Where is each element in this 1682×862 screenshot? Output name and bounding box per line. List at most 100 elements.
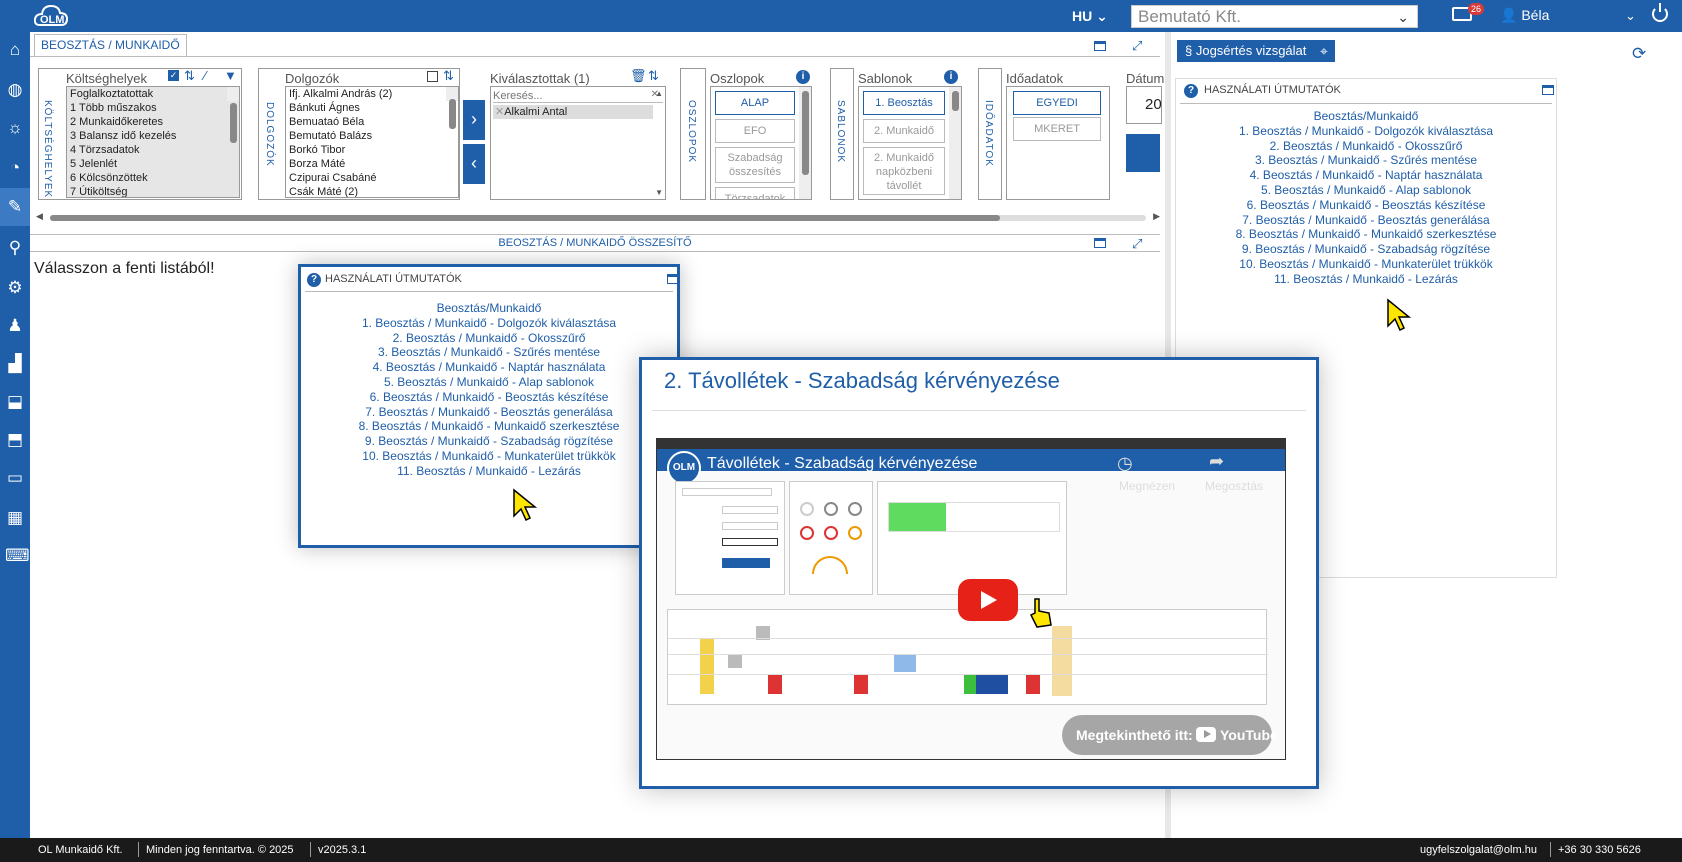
list-item[interactable]: Borza Máté [286,157,458,171]
jogsertes-vizsgalat-button[interactable]: § Jogsértés vizsgálat [1177,40,1315,62]
guide-link[interactable]: 2. Beosztás / Munkaidő - Okosszűrő [1176,139,1556,154]
guide-link[interactable]: 7. Beosztás / Munkaidő - Beosztás generá… [1176,213,1556,228]
minimize-icon[interactable] [1094,41,1106,51]
remove-icon[interactable]: ✕ [495,106,504,118]
columns-efo-button[interactable]: EFO [715,119,795,143]
clock-icon[interactable]: ◷ [1117,453,1133,474]
footer-phone[interactable]: +36 30 330 5626 [1558,844,1641,856]
selected-search-input[interactable] [493,89,663,103]
inbox-settings-icon[interactable]: ⬒ [5,430,25,450]
list-item[interactable]: 7 Útiköltség [67,185,239,197]
guide-link[interactable]: 10. Beosztás / Munkaidő - Munkaterület t… [301,449,677,464]
template-munkaido-button[interactable]: 2. Munkaidő [863,119,945,143]
date-action-button[interactable] [1126,134,1160,172]
filter-icon[interactable]: ▼ [224,68,237,83]
scroll-down-icon[interactable]: ▼ [655,188,663,197]
list-item[interactable]: Borkó Tibor [286,143,458,157]
footer-email[interactable]: ugyfelszolgalat@olm.hu [1420,844,1537,856]
clock-icon[interactable]: ◔ [5,158,25,178]
trash-icon[interactable]: 🗑 [630,68,647,84]
guide-link[interactable]: 3. Beosztás / Munkaidő - Szűrés mentése [301,345,677,360]
time-data-egyedi-button[interactable]: EGYEDI [1013,91,1101,115]
columns-alap-button[interactable]: ALAP [715,91,795,115]
list-item[interactable]: Csák Máté (2) [286,185,458,197]
scroll-right-icon[interactable]: ▶ [1153,211,1160,222]
chevron-down-icon[interactable]: ⌄ [1625,8,1636,24]
guide-link[interactable]: 6. Beosztás / Munkaidő - Beosztás készít… [301,390,677,405]
move-left-button[interactable]: ‹ [463,144,485,184]
columns-szabadsag-button[interactable]: Szabadság összesítés [715,147,795,183]
users-icon[interactable]: ♟ [5,316,25,336]
share-label[interactable]: Megosztás [1205,479,1263,493]
share-icon[interactable]: ➦ [1209,451,1224,472]
magic-wand-icon[interactable]: ⁄ [204,68,206,83]
list-item[interactable]: Bemutató Balázs [286,129,458,143]
sun-icon[interactable]: ☼ [5,118,25,138]
select-all-checkbox[interactable]: ✓ [168,70,179,81]
list-item[interactable]: 6 Kölcsönzöttek [67,171,239,185]
guide-link[interactable]: Beosztás/Munkaidő [301,301,677,316]
sort-icon[interactable]: ⇅ [443,68,454,84]
tab-beosztas-munkaido[interactable]: BEOSZTÁS / MUNKAIDŐ [34,34,187,56]
list-item[interactable]: Bánkuti Ágnes [286,101,458,115]
minimize-icon[interactable] [1094,238,1106,248]
columns-torzsadatok-button[interactable]: Törzsadatok [715,187,795,199]
guide-link[interactable]: 1. Beosztás / Munkaidő - Dolgozók kivála… [301,316,677,331]
minimize-icon[interactable] [667,274,679,284]
guide-link[interactable]: 4. Beosztás / Munkaidő - Naptár használa… [301,360,677,375]
refresh-icon[interactable]: ⟳ [1632,44,1646,64]
calendar-icon[interactable]: ▦ [5,508,25,528]
guide-link[interactable]: 8. Beosztás / Munkaidő - Munkaidő szerke… [1176,227,1556,242]
list-item[interactable]: 1 Több műszakos [67,101,239,115]
select-all-employees-checkbox[interactable] [427,71,438,82]
scroll-up-icon[interactable]: ▲ [655,89,663,98]
list-item[interactable]: 3 Balansz idő kezelés [67,129,239,143]
list-item[interactable]: Foglalkoztatottak [67,87,239,101]
sort-icon[interactable]: ⇅ [184,68,195,84]
keyboard-icon[interactable]: ⌨ [5,546,30,566]
factory-icon[interactable]: ▟ [5,354,25,374]
crosshair-icon[interactable]: ⌖ [1313,40,1335,62]
language-select[interactable]: HU ⌄ [1072,8,1108,25]
guide-link[interactable]: 3. Beosztás / Munkaidő - Szűrés mentése [1176,153,1556,168]
gears-icon[interactable]: ⚙ [5,278,25,298]
guide-link[interactable]: 8. Beosztás / Munkaidő - Munkaidő szerke… [301,419,677,434]
folder-icon[interactable]: ▭ [5,468,25,488]
list-item[interactable]: 4 Törzsadatok [67,143,239,157]
guide-link[interactable]: Beosztás/Munkaidő [1176,109,1556,124]
info-icon[interactable]: i [944,70,958,84]
guide-link[interactable]: 11. Beosztás / Munkaidő - Lezárás [1176,272,1556,287]
list-item[interactable]: 2 Munkaidőkeretes [67,115,239,129]
power-icon[interactable] [1652,3,1668,22]
horizontal-scrollbar[interactable]: ◀ ▶ [36,211,1160,224]
scrollbar[interactable] [227,87,239,143]
guide-link[interactable]: 5. Beosztás / Munkaidő - Alap sablonok [1176,183,1556,198]
cost-centers-list[interactable]: Foglalkoztatottak 1 Több műszakos 2 Munk… [66,86,240,198]
minimize-icon[interactable] [1542,85,1554,95]
user-menu[interactable]: 👤 Béla [1500,7,1549,24]
company-select[interactable]: Bemutató Kft. ⌄ [1131,5,1418,28]
list-item[interactable]: 5 Jelenlét [67,157,239,171]
date-input[interactable]: 20 [1126,86,1162,124]
scrollbar[interactable] [949,87,961,199]
tools-icon[interactable]: ✎ [0,188,30,226]
time-data-mkeret-button[interactable]: MKERET [1013,117,1101,141]
home-icon[interactable]: ⌂ [5,40,25,60]
list-item[interactable]: Ifj. Alkalmi András (2) [286,87,458,101]
guide-link[interactable]: 9. Beosztás / Munkaidő - Szabadság rögzí… [301,434,677,449]
scrollbar[interactable] [799,87,811,199]
guide-link[interactable]: 11. Beosztás / Munkaidő - Lezárás [301,464,677,479]
guide-link[interactable]: 6. Beosztás / Munkaidő - Beosztás készít… [1176,198,1556,213]
expand-icon[interactable]: ⤢ [1132,236,1142,252]
guide-link[interactable]: 2. Beosztás / Munkaidő - Okosszűrő [301,331,677,346]
globe-icon[interactable]: ◍ [5,80,25,100]
list-item[interactable]: Czipurai Csabáné [286,171,458,185]
youtube-video-player[interactable]: OLM Távollétek - Szabadság kérvényezése … [656,438,1286,760]
guide-link[interactable]: 9. Beosztás / Munkaidő - Szabadság rögzí… [1176,242,1556,257]
template-beosztas-button[interactable]: 1. Beosztás [863,91,945,115]
sort-icon[interactable]: ⇅ [648,68,659,84]
guide-link[interactable]: 1. Beosztás / Munkaidő - Dolgozók kivála… [1176,124,1556,139]
guide-link[interactable]: 5. Beosztás / Munkaidő - Alap sablonok [301,375,677,390]
guide-link[interactable]: 4. Beosztás / Munkaidő - Naptár használa… [1176,168,1556,183]
watch-on-youtube-button[interactable]: Megtekinthető itt: YouTube [1062,715,1278,755]
